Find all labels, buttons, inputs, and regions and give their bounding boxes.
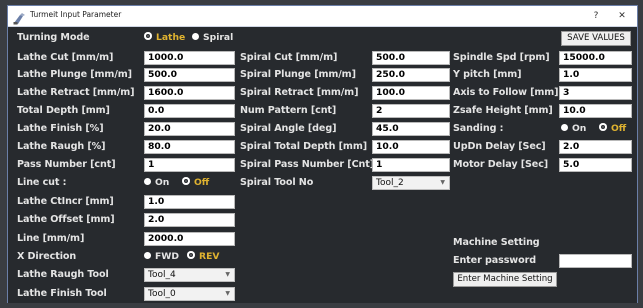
help-button[interactable]: ? xyxy=(586,8,606,24)
radio-sanding-on-label: On xyxy=(572,123,587,134)
spiral-cut-label: Spiral Cut [mm/m] xyxy=(240,52,338,63)
save-values-button[interactable]: SAVE VALUES xyxy=(561,31,631,46)
line-cut-label: Line cut : xyxy=(17,177,67,188)
lathe-retract-input[interactable]: 1600.0 xyxy=(144,86,235,100)
spiral-total-depth-label: Spiral Total Depth [mm] xyxy=(240,141,368,152)
spiral-tool-no-value: Tool_2 xyxy=(376,178,404,188)
radio-spiral-label: Spiral xyxy=(203,32,234,43)
spindle-spd-input[interactable]: 15000.0 xyxy=(559,51,632,65)
radio-line-cut-off[interactable]: Off xyxy=(182,177,209,188)
zsafe-height-label: Zsafe Height [mm] xyxy=(453,105,553,116)
turning-mode-label: Turning Mode xyxy=(17,32,90,43)
password-label: Enter password xyxy=(453,255,536,266)
radio-line-cut-off-label: Off xyxy=(194,177,210,188)
lathe-finish-label: Lathe Finish [%] xyxy=(17,123,104,134)
lathe-offset-input[interactable]: 2.0 xyxy=(144,213,235,227)
zsafe-height-input[interactable]: 10.0 xyxy=(559,104,632,118)
radio-x-rev-dot xyxy=(187,251,195,259)
lathe-finish-tool-value: Tool_0 xyxy=(148,289,176,299)
dropdown-arrow-icon: ▼ xyxy=(225,271,230,278)
num-pattern-input[interactable]: 2 xyxy=(372,104,450,118)
app-icon xyxy=(13,10,26,25)
spiral-retract-input[interactable]: 100.0 xyxy=(372,86,450,100)
updn-delay-label: UpDn Delay [Sec] xyxy=(453,141,546,152)
line-input[interactable]: 2000.0 xyxy=(144,232,235,246)
machine-setting-heading: Machine Setting xyxy=(453,237,540,248)
lathe-raugh-tool-label: Lathe Raugh Tool xyxy=(17,269,109,280)
password-input[interactable] xyxy=(559,254,632,268)
num-pattern-label: Num Pattern [cnt] xyxy=(240,105,337,116)
radio-line-cut-on[interactable]: On xyxy=(144,177,169,188)
spiral-pass-number-input[interactable]: 1 xyxy=(372,158,450,172)
radio-line-cut-on-label: On xyxy=(155,177,170,188)
lathe-plunge-input[interactable]: 500.0 xyxy=(144,68,235,82)
form-area: Turning Mode Lathe Spiral SAVE VALUES La… xyxy=(8,27,637,303)
total-depth-label: Total Depth [mm] xyxy=(17,105,110,116)
spiral-angle-input[interactable]: 45.0 xyxy=(372,122,450,136)
lathe-cut-input[interactable]: 1000.0 xyxy=(144,51,235,65)
radio-x-fwd-dot xyxy=(144,252,151,259)
spiral-angle-label: Spiral Angle [deg] xyxy=(240,123,337,134)
radio-x-fwd[interactable]: FWD xyxy=(144,251,179,262)
title-bar: Turmeit Input Parameter ? ✕ xyxy=(8,6,637,27)
lathe-raugh-label: Lathe Raugh [%] xyxy=(17,141,106,152)
dropdown-arrow-icon: ▼ xyxy=(225,290,230,297)
lathe-retract-label: Lathe Retract [mm/m] xyxy=(17,87,135,98)
lathe-raugh-tool-select[interactable]: Tool_4 ▼ xyxy=(144,268,235,282)
spiral-plunge-label: Spiral Plunge [mm/m] xyxy=(240,69,356,80)
lathe-cut-label: Lathe Cut [mm/m] xyxy=(17,52,114,63)
radio-sanding-off-label: Off xyxy=(611,123,627,134)
lathe-finish-tool-label: Lathe Finish Tool xyxy=(17,288,107,299)
enter-machine-setting-button[interactable]: Enter Machine Setting xyxy=(453,272,557,287)
spiral-plunge-input[interactable]: 250.0 xyxy=(372,68,450,82)
radio-spiral[interactable]: Spiral xyxy=(192,32,233,43)
axis-to-follow-label: Axis to Follow [mm] xyxy=(453,87,559,98)
line-label: Line [mm/m] xyxy=(17,233,85,244)
radio-line-cut-off-dot xyxy=(182,177,190,185)
x-direction-label: X Direction xyxy=(17,251,77,262)
pass-number-input[interactable]: 1 xyxy=(144,158,235,172)
total-depth-input[interactable]: 0.0 xyxy=(144,104,235,118)
radio-x-rev[interactable]: REV xyxy=(187,251,219,262)
spiral-tool-no-select[interactable]: Tool_2 ▼ xyxy=(372,176,450,190)
motor-delay-input[interactable]: 5.0 xyxy=(559,158,632,172)
spiral-cut-input[interactable]: 500.0 xyxy=(372,51,450,65)
spiral-pass-number-label: Spiral Pass Number [Cnt] xyxy=(240,159,375,170)
lathe-finish-tool-select[interactable]: Tool_0 ▼ xyxy=(144,287,235,301)
radio-x-rev-label: REV xyxy=(199,251,220,262)
radio-sanding-off[interactable]: Off xyxy=(599,123,626,134)
sanding-label: Sanding : xyxy=(453,123,504,134)
radio-x-fwd-label: FWD xyxy=(155,251,180,262)
spiral-total-depth-input[interactable]: 10.0 xyxy=(372,140,450,154)
lathe-finish-input[interactable]: 20.0 xyxy=(144,122,235,136)
lathe-raugh-tool-value: Tool_4 xyxy=(148,270,176,280)
lathe-ctincr-label: Lathe CtIncr [mm] xyxy=(17,196,114,207)
radio-lathe-dot xyxy=(144,32,152,40)
lathe-plunge-label: Lathe Plunge [mm/m] xyxy=(17,69,132,80)
lathe-ctincr-input[interactable]: 1.0 xyxy=(144,195,235,209)
y-pitch-input[interactable]: 1.0 xyxy=(559,68,632,82)
lathe-offset-label: Lathe Offset [mm] xyxy=(17,214,115,225)
close-button[interactable]: ✕ xyxy=(612,8,632,24)
axis-to-follow-input[interactable]: 3 xyxy=(559,86,632,100)
radio-sanding-off-dot xyxy=(599,123,607,131)
dropdown-arrow-icon: ▼ xyxy=(440,179,445,186)
radio-lathe[interactable]: Lathe xyxy=(144,32,185,43)
radio-sanding-on[interactable]: On xyxy=(561,123,586,134)
lathe-raugh-input[interactable]: 80.0 xyxy=(144,140,235,154)
spindle-spd-label: Spindle Spd [rpm] xyxy=(453,52,550,63)
radio-lathe-label: Lathe xyxy=(156,32,186,43)
window-title: Turmeit Input Parameter xyxy=(30,10,122,19)
radio-line-cut-on-dot xyxy=(144,178,151,185)
y-pitch-label: Y pitch [mm] xyxy=(453,69,522,80)
updn-delay-input[interactable]: 2.0 xyxy=(559,140,632,154)
radio-spiral-dot xyxy=(192,33,199,40)
spiral-tool-no-label: Spiral Tool No xyxy=(240,177,314,188)
radio-sanding-on-dot xyxy=(561,124,568,131)
spiral-retract-label: Spiral Retract [mm/m] xyxy=(240,87,359,98)
dialog-window: Turmeit Input Parameter ? ✕ Turning Mode… xyxy=(7,5,638,303)
pass-number-label: Pass Number [cnt] xyxy=(17,159,116,170)
motor-delay-label: Motor Delay [Sec] xyxy=(453,159,549,170)
